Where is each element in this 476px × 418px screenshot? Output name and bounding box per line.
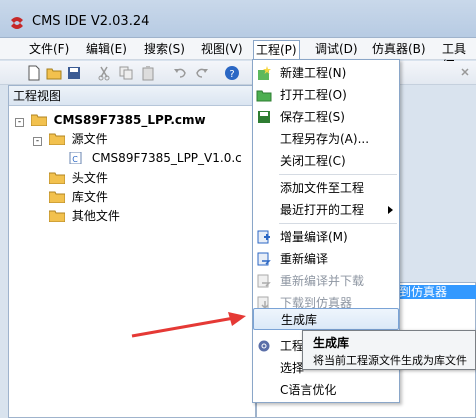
help-icon[interactable]: ? [224, 65, 240, 81]
collapse-icon[interactable]: - [15, 118, 24, 127]
folder-icon [48, 133, 65, 145]
menu-c-optimize[interactable]: C语言优化 [253, 379, 399, 401]
new-project-icon [258, 66, 271, 80]
open-folder-icon [256, 90, 272, 102]
menu-save-project[interactable]: 保存工程(S) [253, 106, 399, 128]
menu-rebuild-download: 重新编译并下载 [253, 270, 399, 292]
submenu-arrow-icon [388, 206, 393, 214]
save-icon [258, 111, 270, 123]
menu-close-project[interactable]: 关闭工程(C) [253, 150, 399, 172]
project-view-title: 工程视图 [9, 86, 255, 106]
toolbar: ? [0, 61, 476, 85]
generate-library-tooltip: 生成库 将当前工程源文件生成为库文件 [302, 330, 476, 370]
open-folder-icon[interactable] [46, 65, 62, 81]
menu-edit[interactable]: 编辑(E) [84, 41, 129, 57]
menu-project[interactable]: 工程(P) [253, 40, 300, 60]
collapse-icon[interactable]: - [33, 137, 42, 146]
incremental-build-icon [257, 230, 270, 244]
new-file-icon[interactable] [26, 65, 42, 81]
menu-save-project-as[interactable]: 工程另存为(A)... [253, 128, 399, 150]
headers-folder-label: 头文件 [71, 171, 108, 185]
tooltip-description: 将当前工程源文件生成为库文件 [313, 354, 467, 367]
menu-incremental-build[interactable]: 增量编译(M) [253, 226, 399, 248]
rebuild-icon [257, 252, 271, 266]
menu-debug[interactable]: 调试(D) [313, 41, 360, 57]
libs-folder-label: 库文件 [71, 190, 108, 204]
folder-icon [30, 114, 47, 126]
app-logo-icon [11, 17, 23, 29]
menu-emulator[interactable]: 仿真器(B) [370, 41, 428, 57]
paste-icon[interactable] [140, 65, 156, 81]
settings-icon [258, 340, 270, 352]
c-file-icon: C [69, 152, 82, 164]
project-view-panel: 工程视图 - CMS89F7385_LPP.cmw - 源文件 C CMS89F… [8, 85, 256, 418]
window-title: CMS IDE V2.03.24 [32, 14, 150, 29]
svg-text:C: C [72, 155, 78, 164]
c-file-label: CMS89F7385_LPP_V1.0.c [91, 151, 242, 165]
undo-icon[interactable] [172, 65, 188, 81]
menu-separator [279, 223, 397, 224]
tree-node-headers[interactable]: 头文件 [49, 169, 108, 187]
copy-icon[interactable] [118, 65, 134, 81]
output-highlight-row[interactable]: 到仿真器 [396, 285, 476, 299]
workspace-label: CMS89F7385_LPP.cmw [53, 113, 206, 127]
tree-node-source[interactable]: - 源文件 [33, 130, 108, 148]
menu-separator [279, 174, 397, 175]
tree-node-c-file[interactable]: C CMS89F7385_LPP_V1.0.c [67, 149, 242, 167]
menu-open-project[interactable]: 打开工程(O) [253, 84, 399, 106]
menu-rebuild[interactable]: 重新编译 [253, 248, 399, 270]
red-arrow-annotation [131, 312, 246, 338]
tree-node-workspace[interactable]: - CMS89F7385_LPP.cmw [15, 111, 206, 129]
menu-view[interactable]: 视图(V) [199, 41, 245, 57]
ide-window: CMS IDE V2.03.24 文件(F) 编辑(E) 搜索(S) 视图(V)… [0, 0, 476, 418]
save-icon[interactable] [66, 65, 82, 81]
toolbar-overflow-icon[interactable] [458, 65, 474, 81]
other-folder-label: 其他文件 [71, 209, 120, 223]
rebuild-download-icon [257, 274, 271, 288]
svg-text:?: ? [229, 69, 234, 80]
menu-search[interactable]: 搜索(S) [142, 41, 187, 57]
menu-add-file[interactable]: 添加文件至工程 [253, 177, 399, 199]
menu-new-project[interactable]: 新建工程(N) [253, 62, 399, 84]
menu-bar: 文件(F) 编辑(E) 搜索(S) 视图(V) 工程(P) 调试(D) 仿真器(… [0, 38, 476, 72]
menu-recent-projects[interactable]: 最近打开的工程 [253, 199, 399, 221]
title-bar: CMS IDE V2.03.24 [0, 0, 476, 38]
tree-node-other[interactable]: 其他文件 [49, 207, 120, 225]
menu-generate-library[interactable]: 生成库 [253, 308, 399, 330]
source-folder-label: 源文件 [71, 132, 108, 146]
tree-node-libs[interactable]: 库文件 [49, 188, 108, 206]
tooltip-title: 生成库 [313, 336, 350, 350]
folder-icon [49, 210, 65, 222]
folder-icon [49, 191, 65, 203]
cut-icon[interactable] [96, 65, 112, 81]
menu-tools[interactable]: 工具(T [440, 41, 476, 72]
redo-icon[interactable] [194, 65, 210, 81]
folder-icon [49, 172, 65, 184]
menu-file[interactable]: 文件(F) [27, 41, 71, 57]
